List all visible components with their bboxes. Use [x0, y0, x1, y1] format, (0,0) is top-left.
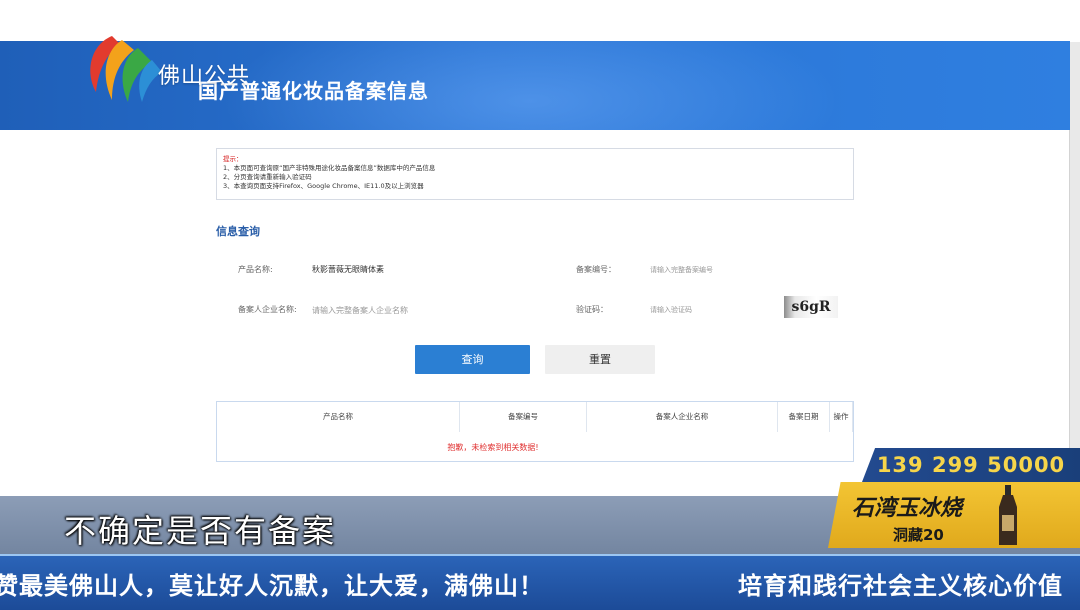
column-header: 备案日期 [778, 402, 830, 432]
station-logo-icon [90, 36, 162, 102]
notice-box: 提示： 1、本页面可查询原“国产非特殊用途化妆品备案信息”数据库中的产品信息 2… [216, 148, 854, 200]
ad-brand-name: 石湾玉冰烧 [852, 495, 963, 521]
empty-result-message: 抱歉，未检索到相关数据! [447, 443, 539, 452]
station-logo-text: 佛山公共 [158, 64, 251, 89]
column-header: 操作 [830, 402, 853, 432]
ad-brand-panel: 石湾玉冰烧 洞藏20 [828, 482, 1080, 548]
ad-brand-tag: 洞藏20 [893, 526, 944, 544]
section-title: 信息查询 [216, 225, 260, 238]
news-ticker: 赞最美佛山人，莫让好人沉默，让大爱，满佛山！ 培育和践行社会主义核心价值 [0, 554, 1080, 610]
vertical-scrollbar[interactable] [1069, 42, 1080, 482]
column-header: 备案编号 [460, 402, 587, 432]
column-header: 备案人企业名称 [587, 402, 778, 432]
reset-button[interactable]: 重置 [545, 345, 655, 374]
product-name-label: 产品名称: [238, 265, 273, 274]
company-input[interactable]: 请输入完整备案人企业名称 [312, 305, 408, 316]
notice-line: 2、分页查询请重新输入验证码 [223, 173, 312, 181]
record-no-input[interactable]: 请输入完整备案编号 [650, 265, 713, 275]
ticker-text-right: 培育和践行社会主义核心价值 [738, 572, 1063, 600]
bottle-icon [999, 485, 1017, 545]
column-header: 产品名称 [217, 402, 460, 432]
captcha-input[interactable]: 请输入验证码 [650, 305, 692, 315]
captcha-image[interactable]: s6gR [784, 296, 838, 318]
video-subtitle: 不确定是否有备案 [64, 512, 337, 550]
results-table: 产品名称 备案编号 备案人企业名称 备案日期 操作 抱歉，未检索到相关数据! [216, 401, 854, 462]
notice-line: 1、本页面可查询原“国产非特殊用途化妆品备案信息”数据库中的产品信息 [223, 164, 436, 172]
product-name-input[interactable]: 秋影蔷薇无眼睛体素 [312, 264, 384, 275]
notice-title: 提示： [223, 155, 243, 163]
notice-line: 3、本查询页面支持Firefox、Google Chrome、IE11.0及以上… [223, 182, 424, 190]
query-button[interactable]: 查询 [415, 345, 530, 374]
ad-phone-number: 139 299 50000 [862, 448, 1080, 482]
company-label: 备案人企业名称: [238, 305, 297, 314]
ticker-text-left: 赞最美佛山人，莫让好人沉默，让大爱，满佛山！ [0, 572, 544, 600]
record-no-label: 备案编号： [576, 265, 616, 274]
captcha-label: 验证码： [576, 305, 608, 314]
